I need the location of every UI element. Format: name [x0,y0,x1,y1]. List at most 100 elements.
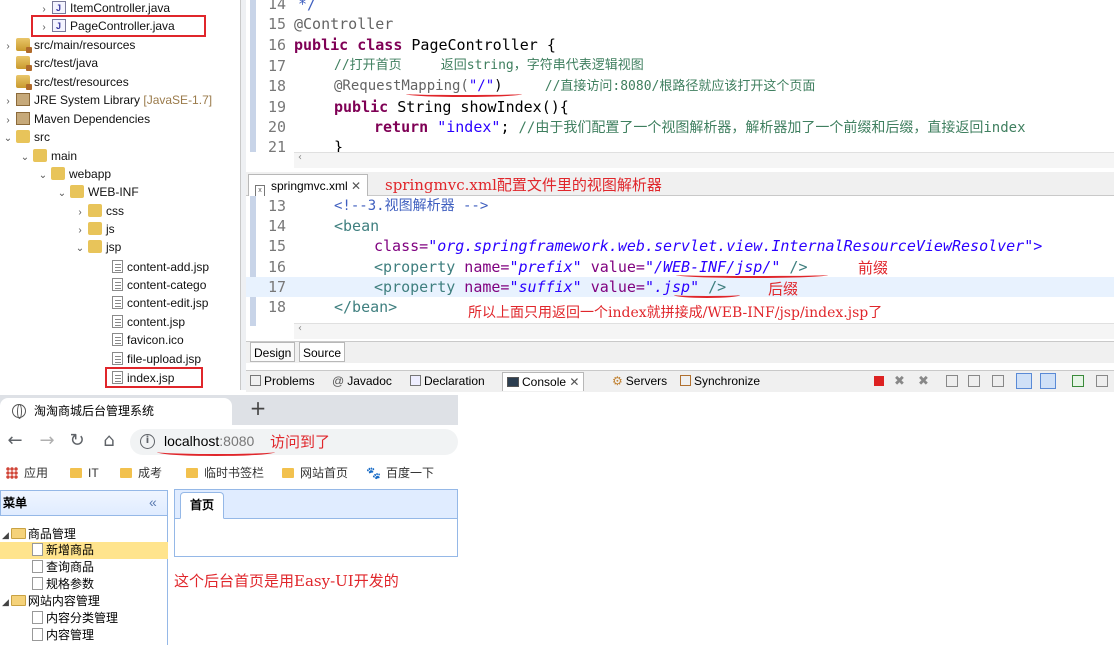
bookmark-site-home[interactable]: 网站首页 [282,464,348,482]
horizontal-scrollbar[interactable]: ‹ [294,152,1114,168]
folder-icon [88,240,102,253]
tree-item-favicon[interactable]: favicon.ico [110,331,184,349]
folder-icon [51,167,65,180]
menu-panel-header: 菜单 « [0,490,168,516]
line-number: 20 [267,118,286,136]
reload-icon[interactable]: ↻ [66,430,88,452]
file-icon [32,611,43,624]
tab-declaration[interactable]: Declaration [410,374,485,388]
show-console-icon[interactable] [1016,373,1032,389]
home-icon[interactable]: ⌂ [98,430,120,452]
menu-item-add-goods[interactable]: 新增商品 [32,542,94,559]
tree-item-src-test-java[interactable]: src/test/java [2,54,98,72]
tree-item-jsp[interactable]: ⌄ jsp [74,238,121,256]
tree-item-content-catego[interactable]: content-catego [110,276,206,294]
menu-item-content-manage[interactable]: 内容管理 [32,627,94,644]
bookmark-temp[interactable]: 临时书签栏 [186,464,264,482]
menu-item-query-goods[interactable]: 查询商品 [32,559,94,576]
line-number: 14 [267,0,286,13]
tab-springmvc-xml[interactable]: x springmvc.xml ✕ [248,174,369,197]
new-tab-button[interactable]: + [248,397,268,419]
open-console-icon[interactable] [1096,375,1108,387]
tree-item-jre-library[interactable]: › JRE System Library [JavaSE-1.7] [2,91,212,109]
remove-all-icon[interactable]: ✖ [918,373,929,389]
clear-console-icon[interactable] [946,375,958,387]
line-number: 15 [267,237,286,255]
menu-tree: ◢ 商品管理 新增商品 查询商品 规格参数 ◢ 网站内容管理 内容分类管理 内容管理 [0,516,168,645]
scroll-lock-icon[interactable] [968,375,980,387]
pin-console-icon[interactable] [1072,375,1084,387]
menu-group-content[interactable]: ◢ 网站内容管理 [2,593,100,610]
info-icon[interactable]: i [140,434,155,449]
menu-group-goods[interactable]: ◢ 商品管理 [2,526,76,543]
globe-icon [12,404,26,419]
remove-launch-icon[interactable]: ✖ [894,373,905,389]
xml-line-14: <bean [334,217,380,235]
code-line-16: public class PageController { [294,36,556,54]
browser-tab[interactable]: 淘淘商城后台管理系统 [0,398,232,425]
back-icon[interactable]: ← [4,430,26,452]
word-wrap-icon[interactable] [992,375,1004,387]
tab-source[interactable]: Source [299,342,346,362]
suffix-note: 后缀 [768,280,799,298]
url-annotation: 访问到了 [270,433,331,451]
tree-item-js[interactable]: › js [74,220,115,238]
chevron-down-icon[interactable]: ⌄ [19,149,31,167]
folder-icon [88,204,102,217]
tree-item-content-add[interactable]: content-add.jsp [110,258,209,276]
bookmark-chengkao[interactable]: 成考 [120,464,162,482]
chevron-right-icon[interactable]: › [2,93,14,111]
chevron-down-icon[interactable]: ⌄ [74,240,86,258]
concat-note: 所以上面只用返回一个index就拼接成/WEB-INF/jsp/index.js… [468,305,883,321]
tree-item-webapp[interactable]: ⌄ webapp [37,165,111,183]
xml-editor[interactable]: 13 14 15 16 17 18 <!--3.视图解析器 --> <bean … [246,196,1114,341]
collapse-icon[interactable]: « [149,490,157,514]
url-text: localhost:8080 [164,433,255,449]
highlight-pagecontroller [31,15,206,37]
file-icon [32,560,43,573]
chevron-down-icon[interactable]: ⌄ [56,185,68,203]
tab-javadoc[interactable]: @ Javadoc [332,374,392,388]
tab-console[interactable]: Console ✕ [502,372,585,391]
tab-design[interactable]: Design [250,342,296,362]
library-icon [16,112,30,125]
chevron-down-icon[interactable]: ⌄ [2,130,14,148]
tab-problems[interactable]: Problems [250,374,315,388]
horizontal-scrollbar[interactable]: ‹ [294,323,1114,339]
file-icon [112,352,123,365]
bookmark-apps[interactable]: 应用 [6,464,48,482]
library-icon [16,93,30,106]
forward-icon[interactable]: → [36,430,58,452]
tree-item-src[interactable]: ⌄ src [2,128,50,146]
line-number: 16 [267,258,286,276]
tree-item-main[interactable]: ⌄ main [19,147,77,165]
folder-open-icon [10,595,26,606]
xml-line-15: class="org.springframework.web.servlet.v… [374,237,1043,255]
show-errors-icon[interactable] [1040,373,1056,389]
folder-icon [120,468,132,478]
bookmark-baidu[interactable]: 🐾 百度一下 [366,464,434,482]
java-editor[interactable]: 14 15 16 17 18 19 20 21 */ @Controller p… [246,0,1114,170]
tree-item-src-main-resources[interactable]: › src/main/resources [2,36,135,54]
line-number: 13 [267,197,286,215]
line-number: 19 [267,98,286,116]
bookmark-it[interactable]: IT [70,464,99,482]
tree-item-content[interactable]: content.jsp [110,313,185,331]
main-tab-content [174,519,458,557]
tree-item-content-edit[interactable]: content-edit.jsp [110,294,208,312]
terminate-icon[interactable] [874,376,884,386]
menu-item-content-category[interactable]: 内容分类管理 [32,610,118,627]
tree-item-file-upload[interactable]: file-upload.jsp [110,350,201,368]
tree-item-maven-deps[interactable]: › Maven Dependencies [2,110,150,128]
menu-item-spec-params[interactable]: 规格参数 [32,576,94,593]
tab-servers[interactable]: ⚙ Servers [612,374,667,388]
tab-synchronize[interactable]: Synchronize [680,374,760,388]
tree-item-web-inf[interactable]: ⌄ WEB-INF [56,183,139,201]
tab-home[interactable]: 首页 [180,492,224,519]
tree-item-src-test-resources[interactable]: src/test/resources [2,73,129,91]
chevron-down-icon[interactable]: ⌄ [37,167,49,185]
close-icon[interactable]: ✕ [351,179,361,193]
source-folder-icon [16,56,32,71]
folder-icon [186,468,198,478]
tree-item-css[interactable]: › css [74,202,124,220]
